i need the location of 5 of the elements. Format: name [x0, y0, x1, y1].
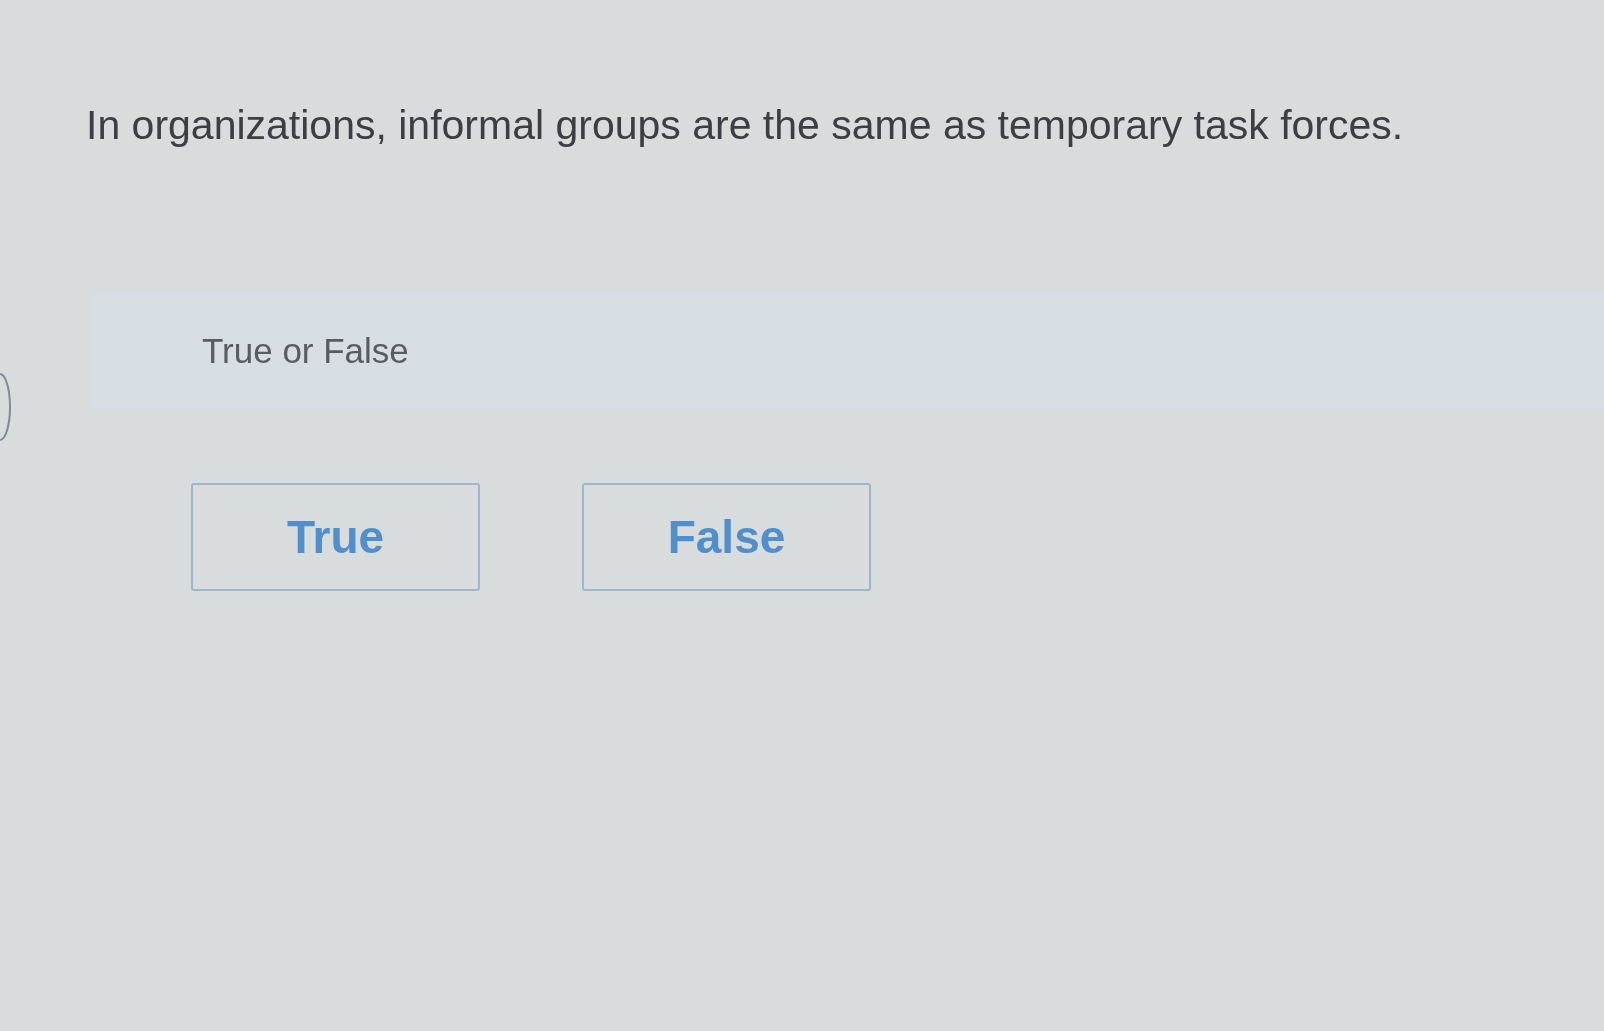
question-text: In organizations, informal groups are the same as temporary task forces. — [86, 101, 1404, 150]
ring-icon — [0, 372, 12, 442]
answer-button[interactable]: True — [191, 483, 480, 591]
answer-button[interactable]: False — [582, 483, 871, 591]
prompt-text: True or False — [202, 329, 409, 372]
